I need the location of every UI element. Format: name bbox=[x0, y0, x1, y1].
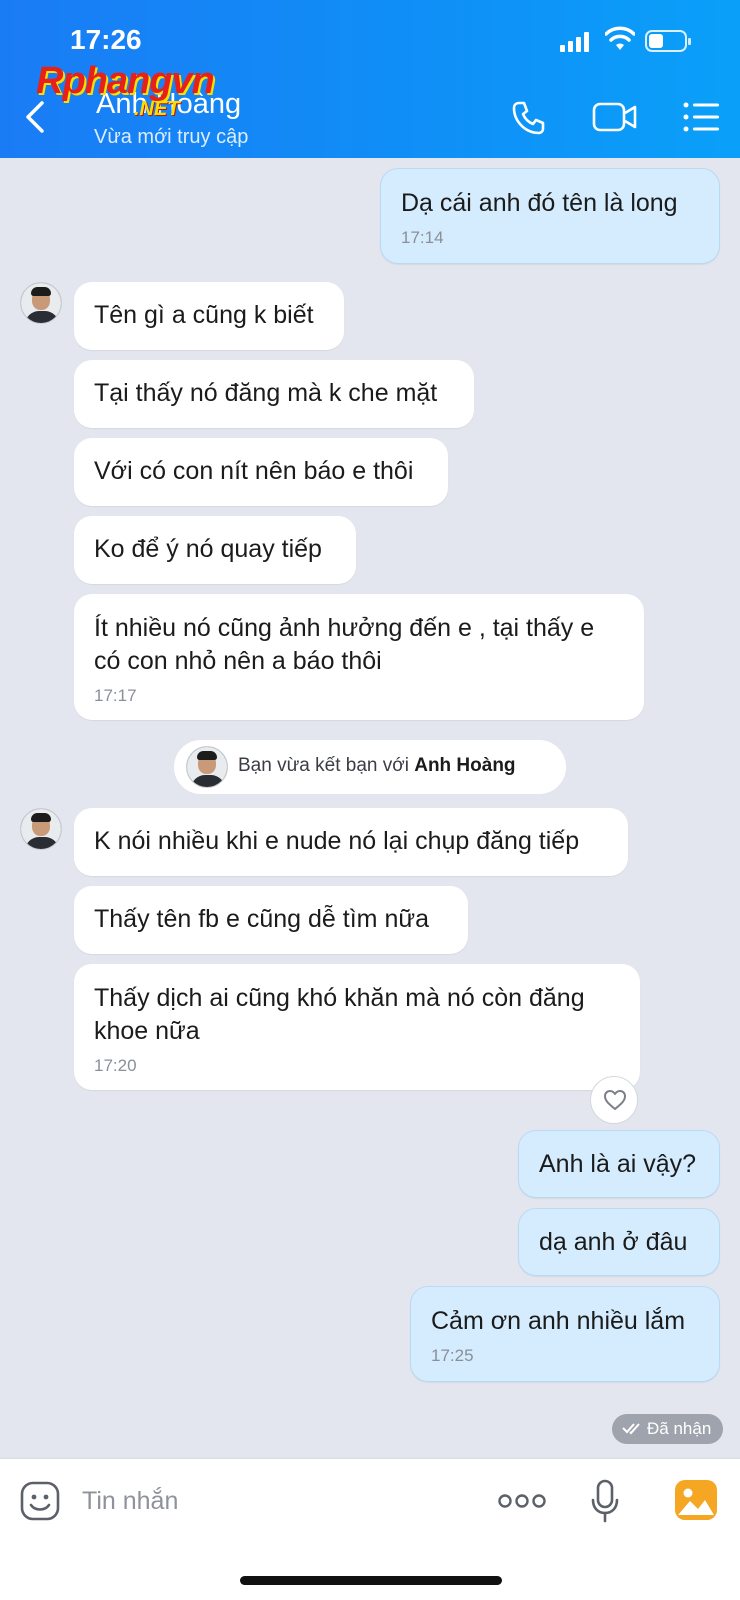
message-text: Anh là ai vậy? bbox=[539, 1150, 697, 1178]
phone-icon[interactable] bbox=[510, 100, 546, 136]
message-text: Với có con nít nên báo e thôi bbox=[94, 457, 414, 485]
message-outgoing[interactable]: Cảm ơn anh nhiều lắm 17:25 bbox=[410, 1286, 720, 1382]
message-incoming[interactable]: K nói nhiều khi e nude nó lại chụp đăng … bbox=[74, 808, 628, 876]
signal-icon bbox=[560, 30, 590, 52]
message-time: 17:25 bbox=[431, 1346, 474, 1365]
message-text: dạ anh ở đâu bbox=[539, 1228, 688, 1256]
contact-avatar[interactable] bbox=[20, 808, 62, 850]
delivery-status-badge: Đã nhận bbox=[612, 1414, 724, 1444]
message-text: Ko để ý nó quay tiếp bbox=[94, 535, 322, 563]
message-incoming[interactable]: Với có con nít nên báo e thôi bbox=[74, 438, 448, 506]
notice-prefix: Bạn vừa kết bạn với bbox=[238, 755, 409, 776]
heart-icon bbox=[604, 1090, 626, 1110]
back-chevron-icon[interactable] bbox=[22, 100, 48, 134]
friend-added-notice: Bạn vừa kết bạn với Anh Hoàng bbox=[174, 740, 566, 794]
chat-header: 17:26 Anh Hoàng Vừa mới truy cập Rphangv… bbox=[0, 0, 740, 158]
battery-icon bbox=[645, 30, 691, 52]
message-text: Thấy tên fb e cũng dễ tìm nữa bbox=[94, 905, 429, 933]
message-incoming[interactable]: Thấy dịch ai cũng khó khăn mà nó còn đăn… bbox=[74, 964, 640, 1090]
delivery-status-text: Đã nhận bbox=[647, 1419, 712, 1438]
message-incoming[interactable]: Tên gì a cũng k biết bbox=[74, 282, 344, 350]
status-time: 17:26 bbox=[70, 24, 142, 55]
notice-text: Bạn vừa kết bạn với Anh Hoàng bbox=[238, 755, 516, 777]
message-text: Thấy dịch ai cũng khó khăn mà nó còn đăn… bbox=[94, 984, 585, 1045]
message-incoming[interactable]: Ít nhiều nó cũng ảnh hưởng đến e , tại t… bbox=[74, 594, 644, 720]
contact-status: Vừa mới truy cập bbox=[94, 126, 249, 148]
more-icon[interactable] bbox=[498, 1493, 546, 1509]
image-icon[interactable] bbox=[674, 1479, 718, 1521]
video-icon[interactable] bbox=[592, 100, 638, 134]
message-time: 17:17 bbox=[94, 686, 137, 705]
message-text: Cảm ơn anh nhiều lắm bbox=[431, 1307, 686, 1335]
message-outgoing[interactable]: Dạ cái anh đó tên là long 17:14 bbox=[380, 168, 720, 264]
react-button[interactable] bbox=[590, 1076, 638, 1124]
double-check-icon bbox=[622, 1423, 640, 1435]
watermark-logo-sub: .NET bbox=[134, 98, 180, 120]
message-text: K nói nhiều khi e nude nó lại chụp đăng … bbox=[94, 827, 580, 855]
microphone-icon[interactable] bbox=[590, 1479, 620, 1523]
message-text: Dạ cái anh đó tên là long bbox=[401, 189, 678, 217]
message-outgoing[interactable]: Anh là ai vậy? bbox=[518, 1130, 720, 1198]
message-incoming[interactable]: Thấy tên fb e cũng dễ tìm nữa bbox=[74, 886, 468, 954]
message-time: 17:14 bbox=[401, 228, 444, 247]
menu-list-icon[interactable] bbox=[682, 100, 720, 134]
watermark-logo: Rphangvn bbox=[36, 60, 215, 102]
message-text: Tên gì a cũng k biết bbox=[94, 301, 314, 329]
message-incoming[interactable]: Ko để ý nó quay tiếp bbox=[74, 516, 356, 584]
message-input[interactable]: Tin nhắn bbox=[82, 1487, 178, 1516]
message-text: Ít nhiều nó cũng ảnh hưởng đến e , tại t… bbox=[94, 614, 595, 675]
message-time: 17:20 bbox=[94, 1056, 137, 1075]
home-indicator[interactable] bbox=[240, 1576, 502, 1585]
message-text: Tại thấy nó đăng mà k che mặt bbox=[94, 379, 438, 407]
contact-avatar bbox=[186, 746, 228, 788]
message-incoming[interactable]: Tại thấy nó đăng mà k che mặt bbox=[74, 360, 474, 428]
notice-contact-name: Anh Hoàng bbox=[414, 755, 516, 776]
contact-avatar[interactable] bbox=[20, 282, 62, 324]
message-outgoing[interactable]: dạ anh ở đâu bbox=[518, 1208, 720, 1276]
message-list[interactable]: Dạ cái anh đó tên là long 17:14 Tên gì a… bbox=[0, 158, 740, 1458]
wifi-icon bbox=[605, 26, 635, 50]
sticker-icon[interactable] bbox=[20, 1481, 60, 1521]
